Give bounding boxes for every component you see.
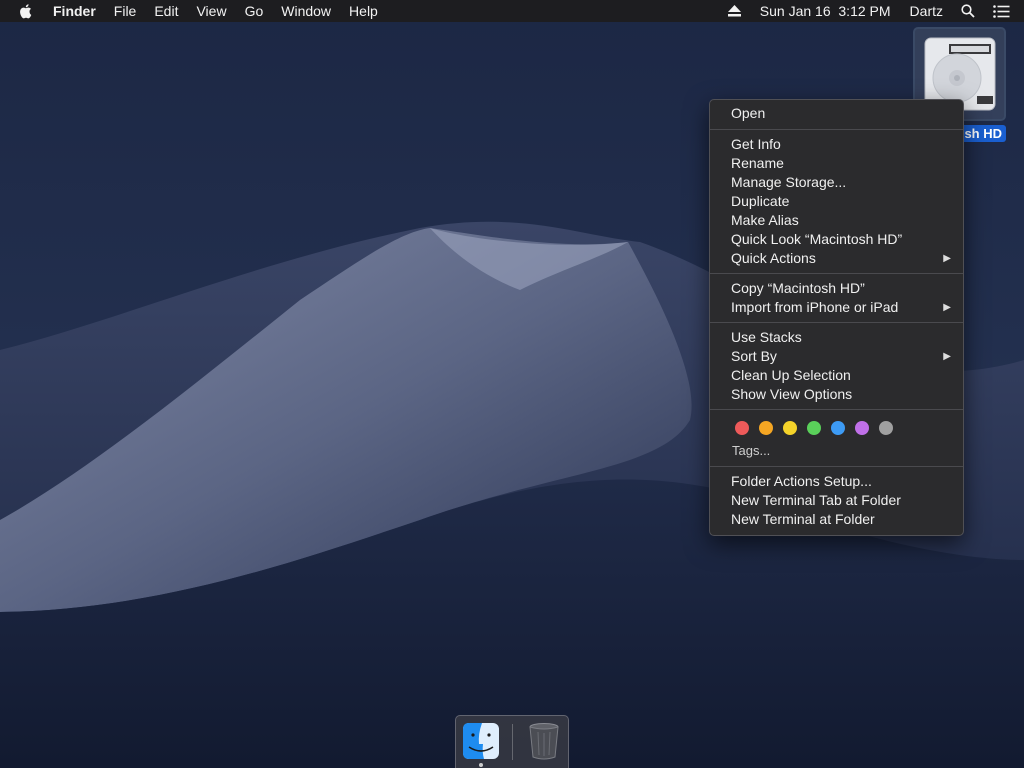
menu-bar-status-area: Sun Jan 16 3:12 PM Dartz (719, 0, 1024, 22)
menu-item-make-alias[interactable]: Make Alias (710, 211, 963, 230)
eject-icon (727, 5, 741, 17)
menu-item-sort-by-label: Sort By (731, 348, 777, 364)
menu-item-get-info[interactable]: Get Info (710, 135, 963, 154)
apple-menu[interactable] (0, 0, 44, 22)
menu-help[interactable]: Help (340, 0, 387, 22)
menu-item-quick-actions[interactable]: Quick Actions ▶ (710, 249, 963, 268)
dock-divider (512, 724, 513, 760)
tag-colors-row (710, 415, 963, 441)
menu-item-use-stacks[interactable]: Use Stacks (710, 328, 963, 347)
menu-item-manage-storage[interactable]: Manage Storage... (710, 173, 963, 192)
tag-blue[interactable] (831, 421, 845, 435)
notification-center-button[interactable] (984, 0, 1024, 22)
menu-item-show-view-options[interactable]: Show View Options (710, 385, 963, 404)
menu-item-tags[interactable]: Tags... (710, 441, 963, 461)
apple-logo-icon (20, 4, 32, 19)
menu-edit[interactable]: Edit (145, 0, 187, 22)
menu-app-finder[interactable]: Finder (44, 0, 105, 22)
spotlight-button[interactable] (952, 0, 984, 22)
tag-red[interactable] (735, 421, 749, 435)
menu-item-sort-by[interactable]: Sort By ▶ (710, 347, 963, 366)
finder-icon[interactable] (463, 722, 499, 760)
finder-running-indicator (479, 763, 483, 767)
menu-go[interactable]: Go (236, 0, 273, 22)
menu-separator (710, 466, 963, 467)
menu-item-quick-actions-label: Quick Actions (731, 250, 816, 266)
dock (455, 715, 569, 768)
menu-separator (710, 129, 963, 130)
menu-view[interactable]: View (187, 0, 235, 22)
submenu-arrow-icon: ▶ (943, 253, 951, 264)
submenu-arrow-icon: ▶ (943, 302, 951, 313)
context-menu: Open Get Info Rename Manage Storage... D… (709, 99, 964, 536)
menu-item-folder-actions-setup[interactable]: Folder Actions Setup... (710, 472, 963, 491)
menu-bar: Finder File Edit View Go Window Help Sun… (0, 0, 1024, 22)
submenu-arrow-icon: ▶ (943, 351, 951, 362)
menu-item-copy[interactable]: Copy “Macintosh HD” (710, 279, 963, 298)
menu-item-rename[interactable]: Rename (710, 154, 963, 173)
menu-item-duplicate[interactable]: Duplicate (710, 192, 963, 211)
menu-item-quick-look[interactable]: Quick Look “Macintosh HD” (710, 230, 963, 249)
menu-user[interactable]: Dartz (901, 0, 952, 22)
trash-icon[interactable] (528, 722, 560, 760)
menu-item-import-label: Import from iPhone or iPad (731, 299, 899, 315)
tag-purple[interactable] (855, 421, 869, 435)
menu-item-import-from-iphone[interactable]: Import from iPhone or iPad ▶ (710, 298, 963, 317)
hd-icon-label[interactable]: sh HD (960, 125, 1006, 142)
menu-window[interactable]: Window (272, 0, 340, 22)
spotlight-search-icon (961, 4, 975, 18)
notification-center-icon (993, 4, 1010, 18)
menu-file[interactable]: File (105, 0, 146, 22)
menu-item-open[interactable]: Open (710, 102, 963, 124)
menu-separator (710, 409, 963, 410)
menu-separator (710, 322, 963, 323)
tag-gray[interactable] (879, 421, 893, 435)
menu-clock[interactable]: Sun Jan 16 3:12 PM (750, 0, 901, 22)
menu-item-new-terminal-tab[interactable]: New Terminal Tab at Folder (710, 491, 963, 510)
menu-item-new-terminal[interactable]: New Terminal at Folder (710, 510, 963, 529)
menu-separator (710, 273, 963, 274)
menu-item-clean-up-selection[interactable]: Clean Up Selection (710, 366, 963, 385)
tag-yellow[interactable] (783, 421, 797, 435)
eject-menu[interactable] (719, 0, 750, 22)
tag-green[interactable] (807, 421, 821, 435)
tag-orange[interactable] (759, 421, 773, 435)
